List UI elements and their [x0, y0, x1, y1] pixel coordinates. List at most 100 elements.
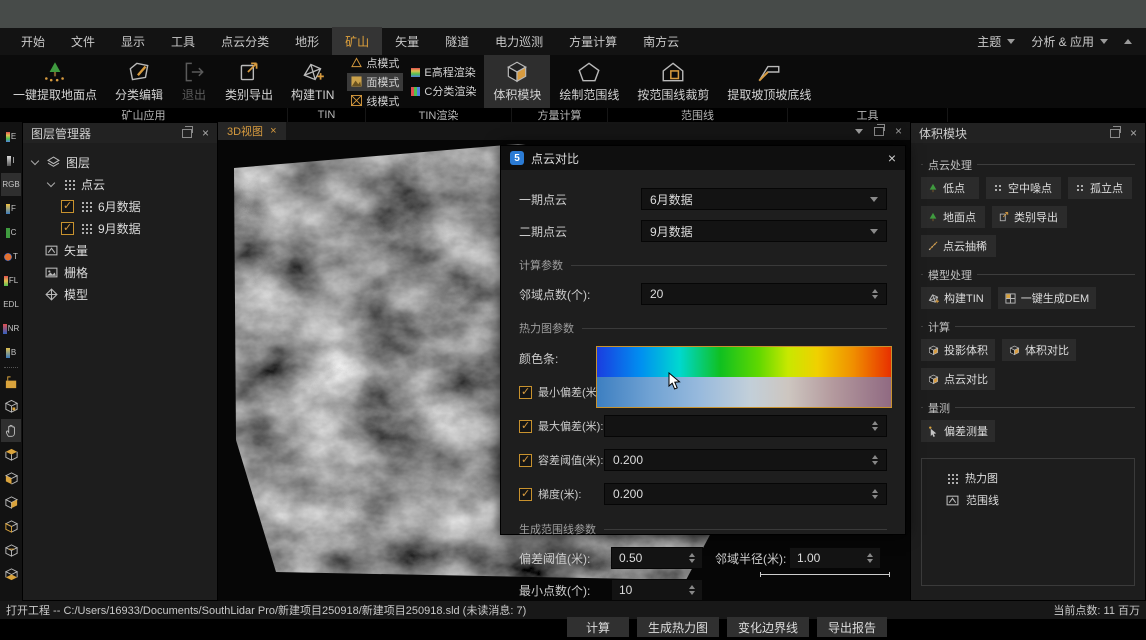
- isolated-points-button[interactable]: 孤立点: [1068, 177, 1132, 199]
- gradient-input[interactable]: 0.200: [604, 483, 887, 505]
- tree-node-model[interactable]: 模型: [45, 283, 211, 305]
- draw-boundary-button[interactable]: 绘制范围线: [550, 55, 628, 108]
- menu-item-file[interactable]: 文件: [58, 27, 108, 56]
- point-mode-button[interactable]: 点模式: [347, 54, 403, 72]
- min-points-input[interactable]: 10: [611, 579, 703, 601]
- gradient-checkbox[interactable]: [519, 488, 532, 501]
- view-bottom-tool[interactable]: [1, 563, 21, 586]
- menu-item-pointcloud-classify[interactable]: 点云分类: [208, 27, 282, 56]
- elevation-render-button[interactable]: E高程渲染: [407, 63, 480, 81]
- build-tin-button[interactable]: 构建TIN: [282, 55, 343, 108]
- classification-render-button[interactable]: C分类渲染: [407, 82, 480, 100]
- september-visibility-checkbox[interactable]: [61, 222, 74, 235]
- menu-item-power-survey[interactable]: 电力巡测: [482, 27, 556, 56]
- spinner-arrows[interactable]: [867, 553, 873, 563]
- spinner-arrows[interactable]: [689, 553, 695, 563]
- menu-item-start[interactable]: 开始: [8, 27, 58, 56]
- tree-node-vector[interactable]: 矢量: [45, 239, 211, 261]
- view-left-tool[interactable]: [1, 515, 21, 538]
- face-mode-button[interactable]: 面模式: [347, 73, 403, 91]
- ground-points-button[interactable]: 地面点: [921, 206, 985, 228]
- close-view-icon[interactable]: ×: [895, 124, 902, 138]
- generate-heatmap-button[interactable]: 生成热力图: [637, 617, 719, 637]
- close-panel-icon[interactable]: ×: [202, 127, 209, 139]
- menu-item-south-cloud[interactable]: 南方云: [630, 27, 692, 56]
- air-noise-button[interactable]: 空中噪点: [986, 177, 1061, 199]
- menu-item-tunnel[interactable]: 隧道: [432, 27, 482, 56]
- intensity-render-tool[interactable]: I: [1, 149, 21, 172]
- clip-by-boundary-button[interactable]: 按范围线裁剪: [628, 55, 718, 108]
- float-panel-icon[interactable]: [182, 129, 192, 138]
- max-deviation-input[interactable]: [604, 415, 887, 437]
- menu-item-terrain[interactable]: 地形: [282, 27, 332, 56]
- view-top-tool[interactable]: [1, 443, 21, 466]
- extract-ground-points-button[interactable]: 一键提取地面点: [4, 55, 106, 108]
- calculate-button[interactable]: 计算: [567, 617, 629, 637]
- spinner-arrows[interactable]: [872, 455, 878, 465]
- edl-render-tool[interactable]: EDL: [1, 293, 21, 316]
- change-boundary-button[interactable]: 变化边界线: [727, 617, 809, 637]
- profile-box-tool[interactable]: [1, 371, 21, 394]
- tolerance-input[interactable]: 0.200: [604, 449, 887, 471]
- dialog-title-bar[interactable]: 5 点云对比 ×: [501, 146, 905, 170]
- max-deviation-checkbox[interactable]: [519, 420, 532, 433]
- colorbar-option-rainbow[interactable]: [597, 347, 891, 377]
- b-render-tool[interactable]: B: [1, 341, 21, 364]
- cube-clip-tool[interactable]: [1, 395, 21, 418]
- pointcloud-compare-button[interactable]: 点云对比: [921, 368, 995, 390]
- analysis-app-dropdown[interactable]: 分析 & 应用: [1031, 33, 1108, 50]
- elevation-render-tool[interactable]: E: [1, 125, 21, 148]
- pan-tool[interactable]: [1, 419, 21, 442]
- close-panel-icon[interactable]: ×: [1130, 127, 1137, 139]
- time-render-tool[interactable]: T: [1, 245, 21, 268]
- line-mode-button[interactable]: 线模式: [347, 92, 403, 110]
- tree-node-layers[interactable]: 图层: [29, 151, 211, 173]
- class-render-tool[interactable]: C: [1, 221, 21, 244]
- fl-render-tool[interactable]: FL: [1, 269, 21, 292]
- tree-node-raster[interactable]: 栅格: [45, 261, 211, 283]
- deviation-measure-button[interactable]: 偏差测量: [921, 420, 995, 442]
- class-export-button[interactable]: 类别导出: [992, 206, 1067, 228]
- nr-render-tool[interactable]: NR: [1, 317, 21, 340]
- colorbar-option-muted[interactable]: [597, 377, 891, 407]
- tree-node-september-data[interactable]: 9月数据: [61, 217, 211, 239]
- rgb-render-tool[interactable]: RGB: [1, 173, 21, 196]
- phase2-select[interactable]: 9月数据: [641, 220, 887, 242]
- volume-module-button[interactable]: 体积模块: [484, 55, 550, 108]
- tree-node-june-data[interactable]: 6月数据: [61, 195, 211, 217]
- pointcloud-thin-button[interactable]: 点云抽稀: [921, 235, 996, 257]
- tab-list-dropdown-icon[interactable]: [855, 129, 863, 134]
- menu-item-vector[interactable]: 矢量: [382, 27, 432, 56]
- generate-dem-button[interactable]: 一键生成DEM: [998, 287, 1096, 309]
- june-visibility-checkbox[interactable]: [61, 200, 74, 213]
- class-export-button[interactable]: 类别导出: [216, 55, 282, 108]
- export-report-button[interactable]: 导出报告: [817, 617, 887, 637]
- extract-slope-lines-button[interactable]: 提取坡顶坡底线: [718, 55, 820, 108]
- float-view-icon[interactable]: [874, 127, 884, 136]
- neighbor-count-input[interactable]: 20: [641, 283, 887, 305]
- classify-edit-button[interactable]: 分类编辑: [106, 55, 172, 108]
- close-tab-icon[interactable]: ×: [270, 125, 276, 137]
- spinner-arrows[interactable]: [872, 421, 878, 431]
- low-points-button[interactable]: 低点: [921, 177, 979, 199]
- phase1-select[interactable]: 6月数据: [641, 188, 887, 210]
- spinner-arrows[interactable]: [872, 489, 878, 499]
- volume-compare-button[interactable]: 体积对比: [1002, 339, 1076, 361]
- menu-item-mine[interactable]: 矿山: [332, 27, 382, 56]
- menu-item-display[interactable]: 显示: [108, 27, 158, 56]
- min-deviation-checkbox[interactable]: [519, 386, 532, 399]
- build-tin-button[interactable]: 构建TIN: [921, 287, 991, 309]
- collapse-ribbon-button[interactable]: [1124, 39, 1132, 44]
- theme-dropdown[interactable]: 主题: [977, 33, 1015, 50]
- menu-item-volume-calc[interactable]: 方量计算: [556, 27, 630, 56]
- result-layer-heatmap[interactable]: 热力图: [922, 467, 1134, 489]
- exit-button[interactable]: 退出: [172, 55, 216, 108]
- view-front-tool[interactable]: [1, 467, 21, 490]
- view-back-tool[interactable]: [1, 539, 21, 562]
- menu-item-tools[interactable]: 工具: [158, 27, 208, 56]
- view-right-tool[interactable]: [1, 491, 21, 514]
- float-panel-icon[interactable]: [1110, 129, 1120, 138]
- dialog-close-button[interactable]: ×: [888, 151, 896, 165]
- feature-render-tool[interactable]: F: [1, 197, 21, 220]
- spinner-arrows[interactable]: [689, 585, 695, 595]
